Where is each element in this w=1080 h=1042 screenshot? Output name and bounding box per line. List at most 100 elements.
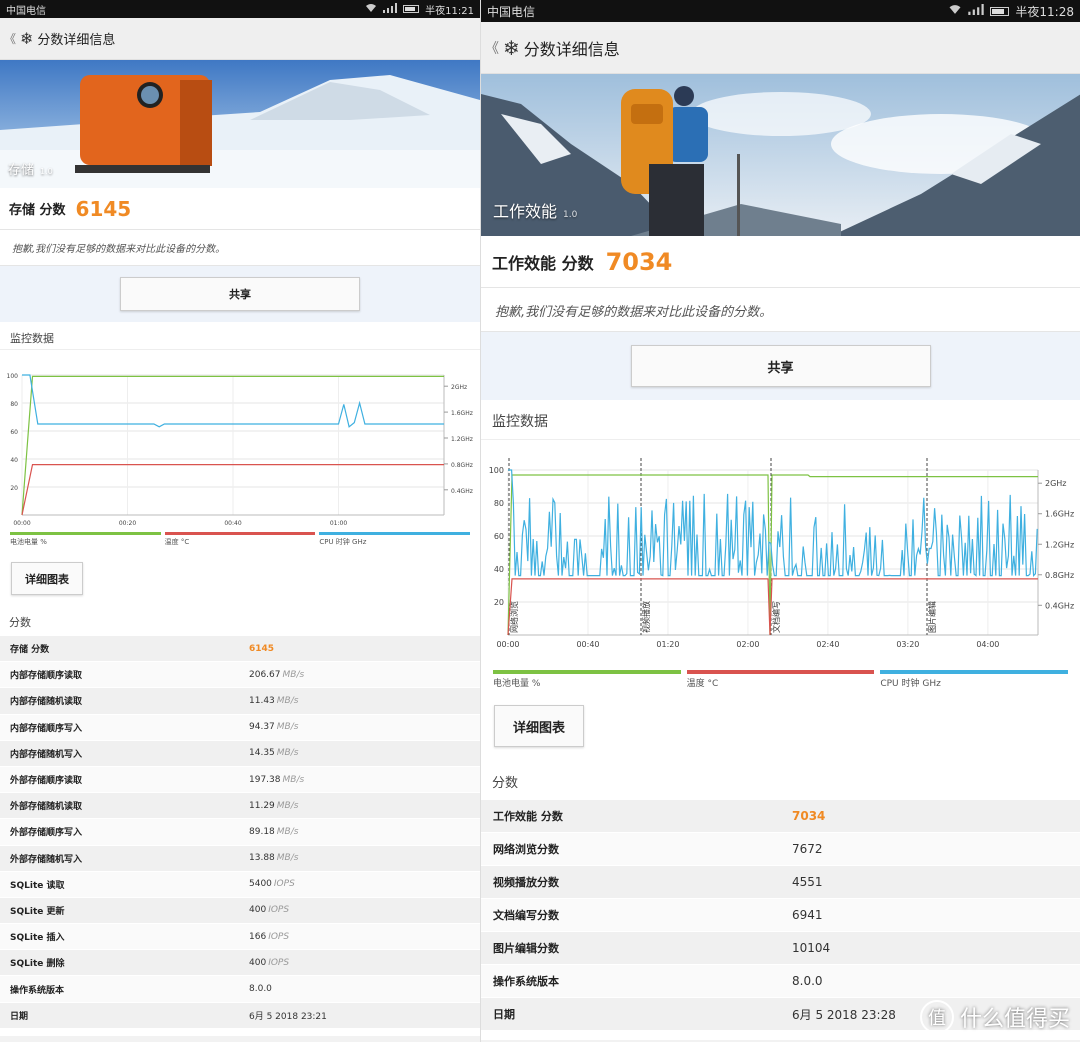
- x-tick-label: 04:00: [976, 640, 999, 649]
- row-value-number: 206.67: [249, 669, 281, 680]
- row-label: SQLite 读取: [10, 880, 65, 891]
- row-label: 工作效能 分数: [493, 810, 563, 823]
- x-tick-label: 00:20: [119, 520, 136, 527]
- detail-chart-button[interactable]: 详细图表: [11, 562, 83, 595]
- snowflake-logo-icon: ❄: [503, 35, 520, 60]
- monitor-chart: 20 40 60 80 100 00:00 00:40 01:20 02:00 02:40 03:2…: [481, 440, 1080, 670]
- row-value: 400 IOPS: [249, 905, 289, 915]
- row-value-number: 11.29: [249, 800, 275, 811]
- y-tick-label: 80: [494, 499, 504, 508]
- row-value-number: 7672: [792, 842, 823, 856]
- back-button[interactable]: 《: [4, 30, 16, 47]
- x-tick-label: 02:40: [816, 640, 839, 649]
- row-value-unit: IOPS: [268, 931, 290, 942]
- table-row: 外部存储顺序写入 89.18 MB/s: [0, 819, 480, 846]
- back-button[interactable]: 《: [485, 38, 499, 58]
- row-value: 5400 IOPS: [249, 879, 295, 889]
- row-label: SQLite 删除: [10, 959, 65, 970]
- comparison-note: 抱歉,我们没有足够的数据来对比此设备的分数。: [481, 288, 1080, 332]
- right-screenshot: 中国电信 半夜11:28 《 ❄ 分数详细信息 工作效能 1.0 工作效能 分数…: [480, 0, 1080, 1042]
- phase-label: 图片编辑: [927, 601, 937, 633]
- y-tick-label: 60: [10, 429, 18, 436]
- x-tick-label: 00:40: [224, 520, 241, 527]
- row-label: 视频播放分数: [493, 876, 559, 889]
- phase-label: 视频播放: [641, 601, 651, 633]
- detail-chart-button[interactable]: 详细图表: [494, 705, 584, 747]
- row-value-unit: MB/s: [276, 748, 299, 759]
- detail-wrap: 详细图表: [0, 554, 480, 602]
- row-value: 94.37 MB/s: [249, 722, 298, 732]
- phase-label: 文档编写: [771, 601, 781, 633]
- y2-tick-label: 2GHz: [1045, 479, 1067, 488]
- monitor-chart: 20 40 60 80 100 00:00 00:20 00:40 01:00 0.4GHz 0.8…: [0, 350, 480, 532]
- chart-legend: 电池电量 % 温度 °C CPU 时钟 GHz: [481, 670, 1080, 696]
- y-tick-label: 100: [489, 466, 504, 475]
- y-tick-label: 20: [10, 485, 18, 492]
- y2-tick-label: 1.6GHz: [451, 410, 473, 417]
- row-label: 日期: [10, 1011, 29, 1022]
- row-label: 内部存储顺序读取: [10, 671, 83, 682]
- watermark-text: 什么值得买: [959, 1007, 1070, 1032]
- row-value-unit: MB/s: [282, 774, 305, 785]
- row-value: 4551: [792, 875, 823, 889]
- table-row: 外部存储随机读取 11.29 MB/s: [0, 793, 480, 820]
- row-label: 日期: [493, 1008, 515, 1021]
- row-value-number: 94.37: [249, 722, 275, 733]
- legend-cpu: CPU 时钟 GHz: [880, 670, 1069, 696]
- score-value: 6145: [75, 196, 132, 221]
- y2-tick-label: 0.8GHz: [1045, 571, 1074, 580]
- row-label: SQLite 更新: [10, 906, 65, 917]
- row-value: 7034: [792, 809, 825, 823]
- signal-icon: [968, 4, 985, 18]
- carrier-label: 中国电信: [6, 5, 46, 17]
- row-value-number: 197.38: [249, 774, 281, 785]
- row-value: 8.0.0: [792, 974, 823, 988]
- hero-version: 1.0: [40, 167, 53, 176]
- snowflake-logo-icon: ❄: [20, 29, 34, 48]
- scores-title: 分数: [0, 602, 480, 636]
- monitor-chart-svg: 20 40 60 80 100 00:00 00:20 00:40 01:00 0.4GHz 0.8…: [7, 373, 473, 527]
- scores-title: 分数: [481, 760, 1080, 800]
- score-value: 7034: [605, 247, 673, 276]
- hero-caption-text: 存储: [8, 163, 35, 178]
- row-value-number: 8.0.0: [792, 974, 823, 988]
- row-value-number: 166: [249, 931, 267, 942]
- share-button[interactable]: 共享: [120, 277, 360, 311]
- row-value-number: 400: [249, 905, 267, 916]
- row-value: 6月 5 2018 23:28: [792, 1006, 896, 1023]
- series-line: [508, 469, 1038, 577]
- status-time: 半夜11:28: [1015, 4, 1074, 19]
- table-row: SQLite 更新 400 IOPS: [0, 897, 480, 925]
- row-value: 89.18 MB/s: [249, 827, 298, 837]
- hero-caption: 存储 1.0: [8, 159, 53, 178]
- scores-table: 存储 分数 6145 内部存储顺序读取 206.67 MB/s 内部存储随机读取 11.43…: [0, 636, 480, 1036]
- y-tick-label: 100: [7, 373, 19, 380]
- monitor-chart-svg: 20 40 60 80 100 00:00 00:40 01:20 02:00 02:40 03:2…: [489, 458, 1074, 649]
- legend-battery: 电池电量 %: [10, 532, 161, 554]
- row-label: 内部存储顺序写入: [10, 723, 83, 734]
- table-row: 内部存储顺序写入 94.37 MB/s: [0, 714, 480, 741]
- row-value: 7672: [792, 842, 823, 856]
- share-button[interactable]: 共享: [630, 345, 931, 387]
- row-value-number: 4551: [792, 875, 823, 889]
- row-label: 图片编辑分数: [493, 942, 559, 955]
- page-title: 分数详细信息: [523, 39, 620, 59]
- row-label: 网络浏览分数: [493, 843, 559, 856]
- row-value: 166 IOPS: [249, 932, 289, 942]
- row-label: 内部存储随机读取: [10, 697, 83, 708]
- y2-tick-label: 0.4GHz: [451, 488, 473, 495]
- table-row: 外部存储随机写入 13.88 MB/s: [0, 845, 480, 872]
- watermark-logo-icon: 值: [919, 1000, 954, 1034]
- row-value: 6941: [792, 908, 823, 922]
- table-row: 内部存储随机写入 14.35 MB/s: [0, 740, 480, 767]
- table-row: 操作系统版本 8.0.0: [0, 976, 480, 1003]
- row-value-unit: MB/s: [276, 853, 299, 864]
- row-value: 6145: [249, 644, 274, 654]
- y2-tick-label: 2GHz: [451, 384, 467, 391]
- table-row: 存储 分数 6145: [0, 636, 480, 663]
- row-value: 8.0.0: [249, 984, 272, 994]
- hero-version: 1.0: [563, 210, 578, 220]
- hero-image: [0, 60, 480, 188]
- row-label: 外部存储顺序读取: [10, 776, 83, 787]
- row-value: 197.38 MB/s: [249, 775, 304, 785]
